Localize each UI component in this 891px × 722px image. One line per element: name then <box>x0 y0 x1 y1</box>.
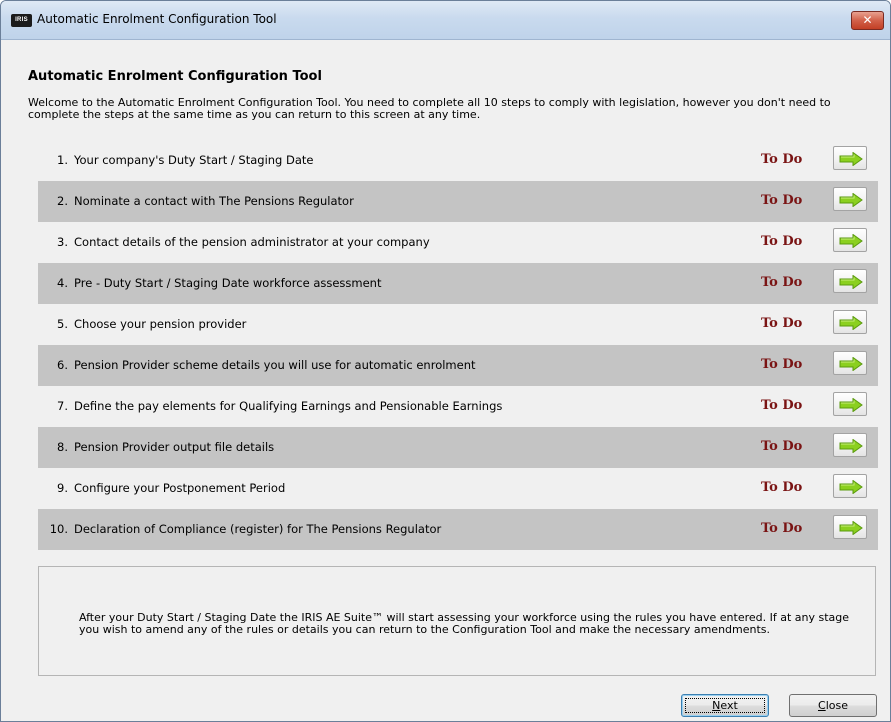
close-button-label: lose <box>825 699 848 712</box>
intro-text: Welcome to the Automatic Enrolment Confi… <box>28 96 831 121</box>
step-row: 2. Nominate a contact with The Pensions R… <box>38 181 878 222</box>
step-status: To Do <box>761 439 803 454</box>
step-status: To Do <box>761 316 803 331</box>
info-text: After your Duty Start / Staging Date the… <box>79 611 850 636</box>
step-status: To Do <box>761 275 803 290</box>
step-row: 6. Pension Provider scheme details you wi… <box>38 345 878 386</box>
step-row: 9. Configure your Postponement Period To D… <box>38 468 878 509</box>
green-right-arrow-icon <box>839 234 863 248</box>
focus-rectangle <box>685 698 765 713</box>
window-close-button[interactable]: ✕ <box>851 11 884 30</box>
iris-app-icon: IRIS <box>11 14 32 27</box>
steps-list: 1. Your company's Duty Start / Staging Da… <box>38 140 878 550</box>
step-label: Configure your Postponement Period <box>74 481 286 495</box>
green-right-arrow-icon <box>839 193 863 207</box>
step-row: 5. Choose your pension provider To Do <box>38 304 878 345</box>
green-right-arrow-icon <box>839 357 863 371</box>
step-go-button[interactable] <box>833 392 867 416</box>
green-right-arrow-icon <box>839 275 863 289</box>
step-row: 4. Pre - Duty Start / Staging Date workfo… <box>38 263 878 304</box>
step-go-button[interactable] <box>833 146 867 170</box>
close-button-mnemonic: C <box>818 699 826 712</box>
green-right-arrow-icon <box>839 439 863 453</box>
step-label: Contact details of the pension administr… <box>74 235 430 249</box>
step-label: Define the pay elements for Qualifying E… <box>74 399 503 413</box>
step-row: 1. Your company's Duty Start / Staging Da… <box>38 140 878 181</box>
close-icon: ✕ <box>862 13 873 27</box>
step-number: 10. <box>49 522 68 536</box>
green-right-arrow-icon <box>839 480 863 494</box>
step-row: 7. Define the pay elements for Qualifying… <box>38 386 878 427</box>
step-go-button[interactable] <box>833 228 867 252</box>
window-title: Automatic Enrolment Configuration Tool <box>37 12 277 26</box>
green-right-arrow-icon <box>839 398 863 412</box>
step-label: Declaration of Compliance (register) for… <box>74 522 442 536</box>
step-go-button[interactable] <box>833 310 867 334</box>
page-heading: Automatic Enrolment Configuration Tool <box>28 69 322 84</box>
title-bar[interactable]: IRIS Automatic Enrolment Configuration T… <box>1 1 890 40</box>
step-status: To Do <box>761 521 803 536</box>
next-button[interactable]: Next <box>681 694 769 717</box>
step-go-button[interactable] <box>833 474 867 498</box>
step-status: To Do <box>761 234 803 249</box>
step-go-button[interactable] <box>833 351 867 375</box>
step-number: 5. <box>57 317 68 331</box>
step-status: To Do <box>761 357 803 372</box>
step-status: To Do <box>761 193 803 208</box>
step-status: To Do <box>761 398 803 413</box>
green-right-arrow-icon <box>839 521 863 535</box>
step-number: 3. <box>57 235 68 249</box>
step-label: Choose your pension provider <box>74 317 247 331</box>
green-right-arrow-icon <box>839 316 863 330</box>
step-label: Pension Provider scheme details you will… <box>74 358 476 372</box>
step-status: To Do <box>761 480 803 495</box>
step-number: 9. <box>57 481 68 495</box>
green-right-arrow-icon <box>839 152 863 166</box>
step-go-button[interactable] <box>833 187 867 211</box>
step-row: 10. Declaration of Compliance (register) … <box>38 509 878 550</box>
step-label: Pension Provider output file details <box>74 440 275 454</box>
step-number: 1. <box>57 153 68 167</box>
step-row: 8. Pension Provider output file details To… <box>38 427 878 468</box>
step-go-button[interactable] <box>833 515 867 539</box>
step-status: To Do <box>761 152 803 167</box>
step-label: Your company's Duty Start / Staging Date <box>74 153 314 167</box>
step-number: 7. <box>57 399 68 413</box>
step-number: 8. <box>57 440 68 454</box>
close-button[interactable]: Close <box>789 694 877 717</box>
step-row: 3. Contact details of the pension adminis… <box>38 222 878 263</box>
step-label: Nominate a contact with The Pensions Reg… <box>74 194 354 208</box>
step-go-button[interactable] <box>833 269 867 293</box>
info-panel: After your Duty Start / Staging Date the… <box>38 566 876 676</box>
step-number: 4. <box>57 276 68 290</box>
step-number: 6. <box>57 358 68 372</box>
step-go-button[interactable] <box>833 433 867 457</box>
config-tool-window: IRIS Automatic Enrolment Configuration T… <box>0 0 891 722</box>
step-number: 2. <box>57 194 68 208</box>
step-label: Pre - Duty Start / Staging Date workforc… <box>74 276 382 290</box>
